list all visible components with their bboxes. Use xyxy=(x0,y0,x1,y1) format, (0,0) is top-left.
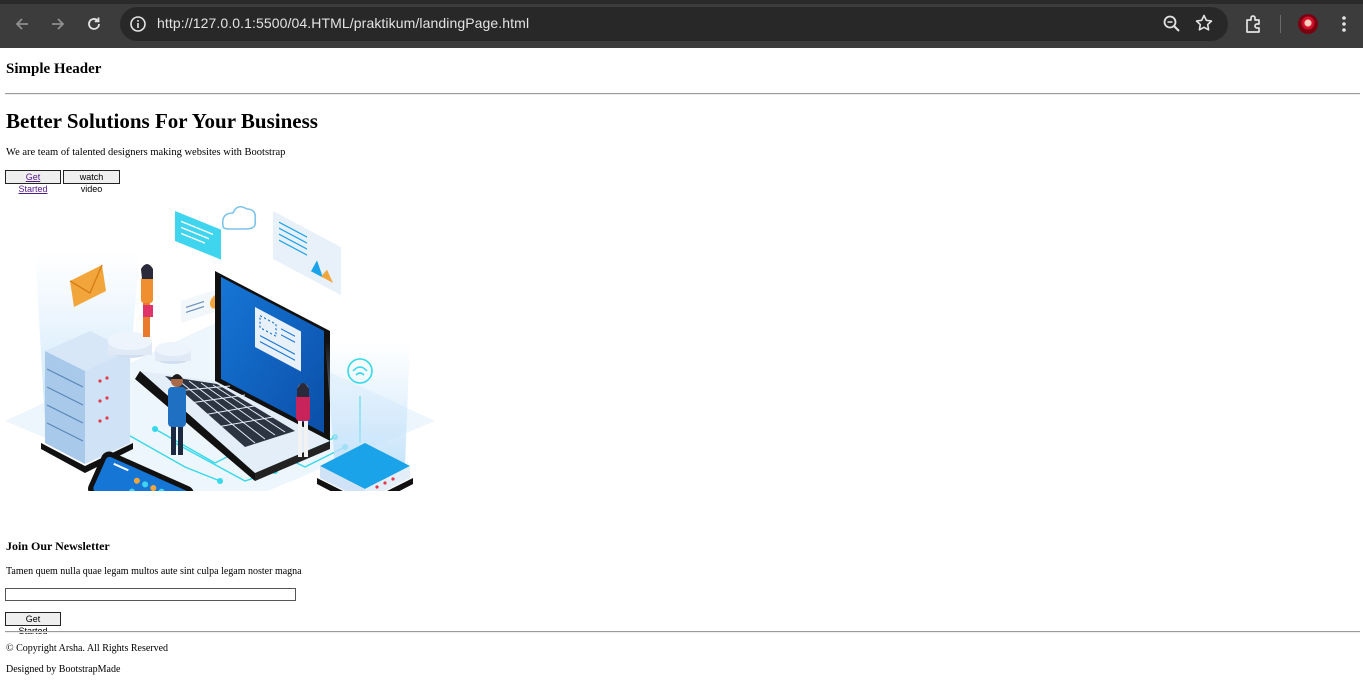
hero-subtitle: We are team of talented designers making… xyxy=(6,147,286,158)
site-info-icon[interactable] xyxy=(129,15,147,33)
browser-toolbar: http://127.0.0.1:5500/04.HTML/praktikum/… xyxy=(0,0,1363,48)
zoom-icon[interactable] xyxy=(1162,14,1182,34)
profile-avatar[interactable] xyxy=(1298,14,1318,34)
hero-title: Better Solutions For Your Business xyxy=(6,109,318,133)
reload-icon[interactable] xyxy=(80,10,108,38)
tab-strip-edge xyxy=(0,0,1363,4)
back-arrow-icon[interactable] xyxy=(8,10,36,38)
page-content: Simple Header Better Solutions For Your … xyxy=(0,48,1363,684)
newsletter-title: Join Our Newsletter xyxy=(6,539,110,553)
site-header-title: Simple Header xyxy=(6,61,102,77)
toolbar-divider xyxy=(1280,15,1281,33)
footer-copyright: © Copyright Arsha. All Rights Reserved xyxy=(6,643,169,654)
newsletter-email-input[interactable] xyxy=(5,588,296,601)
newsletter-submit-button[interactable]: Get Started xyxy=(5,612,61,636)
header-divider xyxy=(5,93,1360,95)
bookmark-star-icon[interactable] xyxy=(1194,13,1214,33)
address-bar[interactable]: http://127.0.0.1:5500/04.HTML/praktikum/… xyxy=(120,7,1228,41)
extensions-icon[interactable] xyxy=(1243,13,1265,35)
hero-illustration xyxy=(5,205,435,491)
newsletter-description: Tamen quem nulla quae legam multos aute … xyxy=(6,566,302,577)
kebab-menu-icon[interactable] xyxy=(1336,14,1352,34)
forward-arrow-icon[interactable] xyxy=(44,10,72,38)
url-text[interactable]: http://127.0.0.1:5500/04.HTML/praktikum/… xyxy=(157,15,529,31)
footer-credits: Designed by BootstrapMade xyxy=(6,664,121,675)
footer-divider xyxy=(5,631,1360,633)
